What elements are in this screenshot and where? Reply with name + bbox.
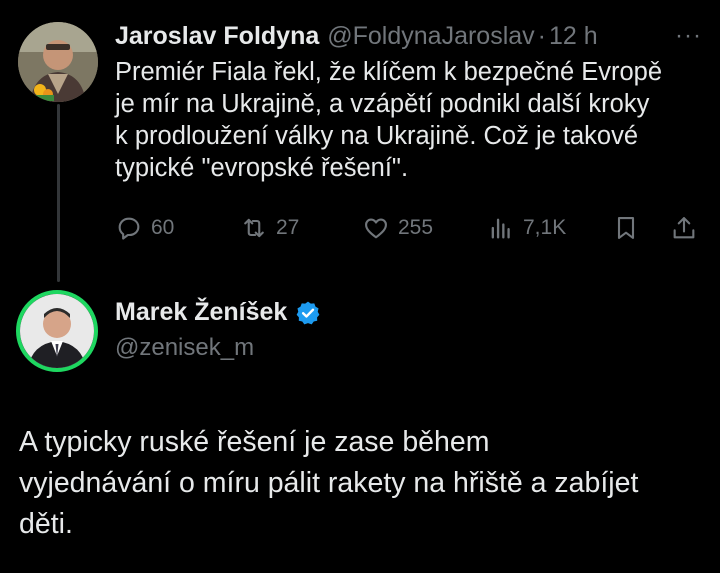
tweet-text-line: je mír na Ukrajině, a vzápětí podnikl da… bbox=[115, 90, 650, 118]
repost-icon bbox=[244, 218, 264, 238]
avatar[interactable] bbox=[18, 22, 98, 102]
tweet-text-line: A typicky ruské řešení je zase během bbox=[19, 426, 490, 458]
verified-badge-icon bbox=[296, 301, 320, 324]
share-icon bbox=[673, 217, 695, 239]
timestamp[interactable]: 12 h bbox=[549, 22, 598, 51]
like-count: 255 bbox=[398, 216, 434, 239]
tweet-text-line: k prodloužení války na Ukrajině. Což je … bbox=[115, 122, 639, 150]
views-chart-icon bbox=[491, 218, 510, 239]
tweet-text-line: děti. bbox=[19, 508, 73, 540]
thread-line bbox=[57, 104, 60, 282]
tweet-text: Premiér Fiala řekl, že klíčem k bezpečné… bbox=[115, 56, 710, 184]
share-button[interactable] bbox=[670, 208, 706, 248]
bookmark-button[interactable] bbox=[612, 208, 648, 248]
views-count: 7,1K bbox=[523, 216, 567, 239]
avatar-photo bbox=[18, 22, 98, 102]
reply-count: 60 bbox=[151, 216, 175, 239]
tweet-header: Jaroslav Foldyna @FoldynaJaroslav · 12 h… bbox=[115, 18, 704, 54]
repost-button[interactable]: 27 bbox=[240, 208, 299, 248]
reply-icon bbox=[118, 217, 140, 240]
views-button[interactable]: 7,1K bbox=[487, 208, 566, 248]
more-options-icon[interactable]: ··· bbox=[675, 22, 702, 50]
avatar-photo bbox=[20, 294, 94, 368]
author-handle[interactable]: @zenisek_m bbox=[115, 334, 254, 362]
reply-button[interactable]: 60 bbox=[115, 208, 174, 248]
action-bar: 60 27 255 7,1K bbox=[115, 208, 705, 248]
tweet-text-line: Premiér Fiala řekl, že klíčem k bezpečné… bbox=[115, 58, 663, 86]
tweet-text: A typicky ruské řešení je zase během vyj… bbox=[19, 422, 709, 545]
bookmark-icon bbox=[617, 217, 635, 239]
heart-icon bbox=[365, 218, 387, 239]
repost-count: 27 bbox=[276, 216, 300, 239]
tweet-text-line: vyjednávání o míru pálit rakety na hřišt… bbox=[19, 467, 639, 499]
author-name[interactable]: Jaroslav Foldyna bbox=[115, 22, 319, 51]
separator-dot: · bbox=[537, 21, 546, 50]
like-button[interactable]: 255 bbox=[362, 208, 433, 248]
author-name[interactable]: Marek Ženíšek bbox=[115, 298, 287, 327]
author-handle[interactable]: @FoldynaJaroslav bbox=[327, 22, 534, 51]
avatar[interactable] bbox=[16, 290, 98, 372]
tweet-header: Marek Ženíšek bbox=[115, 298, 321, 327]
tweet-text-line: typické "evropské řešení". bbox=[115, 154, 409, 182]
